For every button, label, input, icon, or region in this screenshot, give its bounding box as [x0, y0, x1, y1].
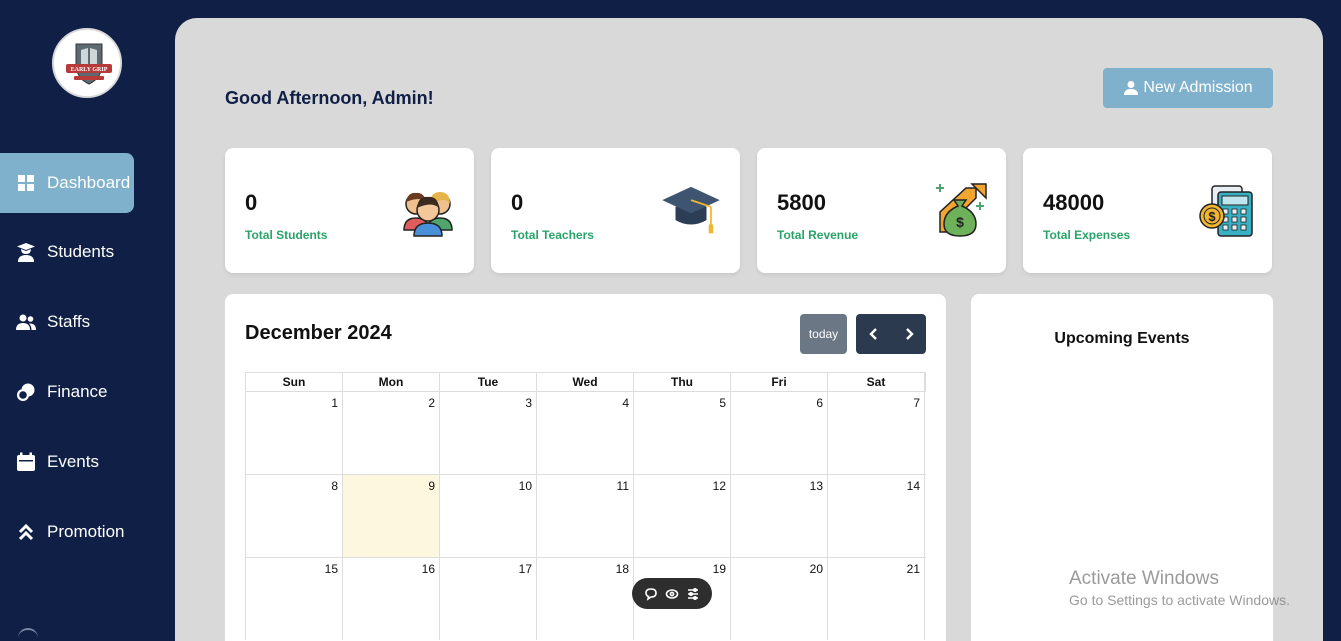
sidebar-item-label: Promotion [47, 522, 125, 541]
eye-icon[interactable] [665, 587, 679, 601]
stat-value: 0 [511, 190, 524, 215]
graduation-cap-icon [662, 186, 720, 234]
prev-month-button[interactable] [856, 314, 891, 354]
day-cell[interactable]: 6 [731, 392, 828, 474]
activate-windows-subtitle: Go to Settings to activate Windows. [1069, 592, 1290, 608]
stat-label: Total Teachers [511, 228, 594, 242]
users-icon [15, 311, 37, 333]
weekday-label: Tue [440, 373, 537, 391]
coins-icon [15, 381, 37, 403]
comment-icon[interactable] [644, 587, 658, 601]
next-month-button[interactable] [891, 314, 926, 354]
day-cell[interactable]: 7 [828, 392, 925, 474]
svg-text:$: $ [956, 214, 964, 230]
stat-value: 48000 [1043, 190, 1105, 215]
today-button[interactable]: today [800, 314, 847, 354]
sidebar-item-staffs[interactable]: Staffs [0, 292, 134, 352]
stat-label: Total Expenses [1043, 228, 1131, 242]
sidebar-item-students[interactable]: Students [0, 222, 134, 282]
stat-card-revenue: 5800 Total Revenue $ [757, 148, 1006, 273]
sidebar-item-label: Staffs [47, 312, 91, 331]
sidebar-item-label: Dashboard [47, 173, 131, 192]
week-row: 1 2 3 4 5 6 7 [245, 391, 926, 474]
day-cell[interactable]: 17 [440, 558, 537, 640]
day-cell[interactable]: 11 [537, 475, 634, 557]
week-row: 15 16 17 18 19 20 21 [245, 557, 926, 640]
main-panel: Good Afternoon, Admin! New Admission 0 T… [175, 18, 1323, 641]
weekday-label: Thu [634, 373, 731, 391]
new-admission-label: New Admission [1143, 79, 1253, 96]
day-cell-today[interactable]: 9 [343, 475, 440, 557]
stat-card-expenses: 48000 Total Expenses $ [1023, 148, 1272, 273]
weekday-label: Wed [537, 373, 634, 391]
week-row: 8 9 10 11 12 13 14 [245, 474, 926, 557]
activate-windows-title: Activate Windows [1069, 568, 1219, 589]
calendar-grid: Sun Mon Tue Wed Thu Fri Sat 1 2 3 4 5 6 … [245, 372, 926, 640]
day-cell[interactable]: 10 [440, 475, 537, 557]
partial-icon [18, 628, 38, 641]
money-bag-icon: $ [936, 183, 987, 237]
sidebar-item-events[interactable]: Events [0, 432, 134, 492]
day-cell[interactable]: 12 [634, 475, 731, 557]
sidebar-item-promotion[interactable]: Promotion [0, 502, 134, 562]
events-title: Upcoming Events [1054, 330, 1190, 347]
new-admission-button[interactable]: New Admission [1103, 68, 1273, 108]
sidebar-item-dashboard[interactable]: Dashboard [0, 153, 134, 213]
calendar-title: December 2024 [245, 322, 392, 344]
svg-text:$: $ [1208, 209, 1216, 224]
school-logo[interactable]: EARLY GRIP [52, 28, 122, 98]
calculator-coin-icon: $ [1199, 185, 1253, 237]
sidebar-item-label: Events [47, 452, 99, 471]
day-cell[interactable]: 13 [731, 475, 828, 557]
day-cell[interactable]: 21 [828, 558, 925, 640]
day-cell[interactable]: 2 [343, 392, 440, 474]
weekday-label: Fri [731, 373, 828, 391]
greeting-text: Good Afternoon, Admin! [225, 88, 434, 108]
day-cell[interactable]: 18 [537, 558, 634, 640]
calendar-nav [856, 314, 926, 354]
grid-icon [15, 172, 37, 194]
day-cell[interactable]: 5 [634, 392, 731, 474]
chevrons-up-icon [15, 521, 37, 543]
settings-sliders-icon[interactable] [686, 587, 700, 601]
calendar-card: December 2024 today Sun Mon Tue Wed Thu … [225, 294, 946, 641]
sidebar-item-finance[interactable]: Finance [0, 362, 134, 422]
chevron-left-icon [868, 328, 877, 340]
floating-toolbar [632, 578, 712, 609]
add-user-icon [1124, 81, 1139, 95]
day-cell[interactable]: 4 [537, 392, 634, 474]
sidebar: EARLY GRIP Dashboard Students Staffs Fin… [0, 0, 175, 641]
day-cell[interactable]: 8 [246, 475, 343, 557]
weekday-label: Sat [828, 373, 925, 391]
day-cell[interactable]: 20 [731, 558, 828, 640]
stat-label: Total Revenue [777, 228, 859, 242]
weekday-header: Sun Mon Tue Wed Thu Fri Sat [245, 372, 926, 391]
graduate-icon [15, 241, 37, 263]
weekday-label: Sun [246, 373, 343, 391]
svg-text:EARLY GRIP: EARLY GRIP [71, 67, 108, 73]
stat-value: 5800 [777, 190, 826, 215]
students-group-icon [403, 192, 453, 237]
sidebar-item-label: Students [47, 242, 115, 261]
stat-value: 0 [245, 190, 258, 215]
day-cell[interactable]: 3 [440, 392, 537, 474]
stat-label: Total Students [245, 228, 328, 242]
weekday-label: Mon [343, 373, 440, 391]
day-cell[interactable]: 16 [343, 558, 440, 640]
day-cell[interactable]: 1 [246, 392, 343, 474]
day-cell[interactable]: 15 [246, 558, 343, 640]
day-cell[interactable]: 14 [828, 475, 925, 557]
stat-card-teachers: 0 Total Teachers [491, 148, 740, 273]
calendar-icon [15, 451, 37, 473]
stat-card-students: 0 Total Students [225, 148, 474, 273]
chevron-right-icon [905, 328, 914, 340]
sidebar-item-label: Finance [47, 382, 108, 401]
